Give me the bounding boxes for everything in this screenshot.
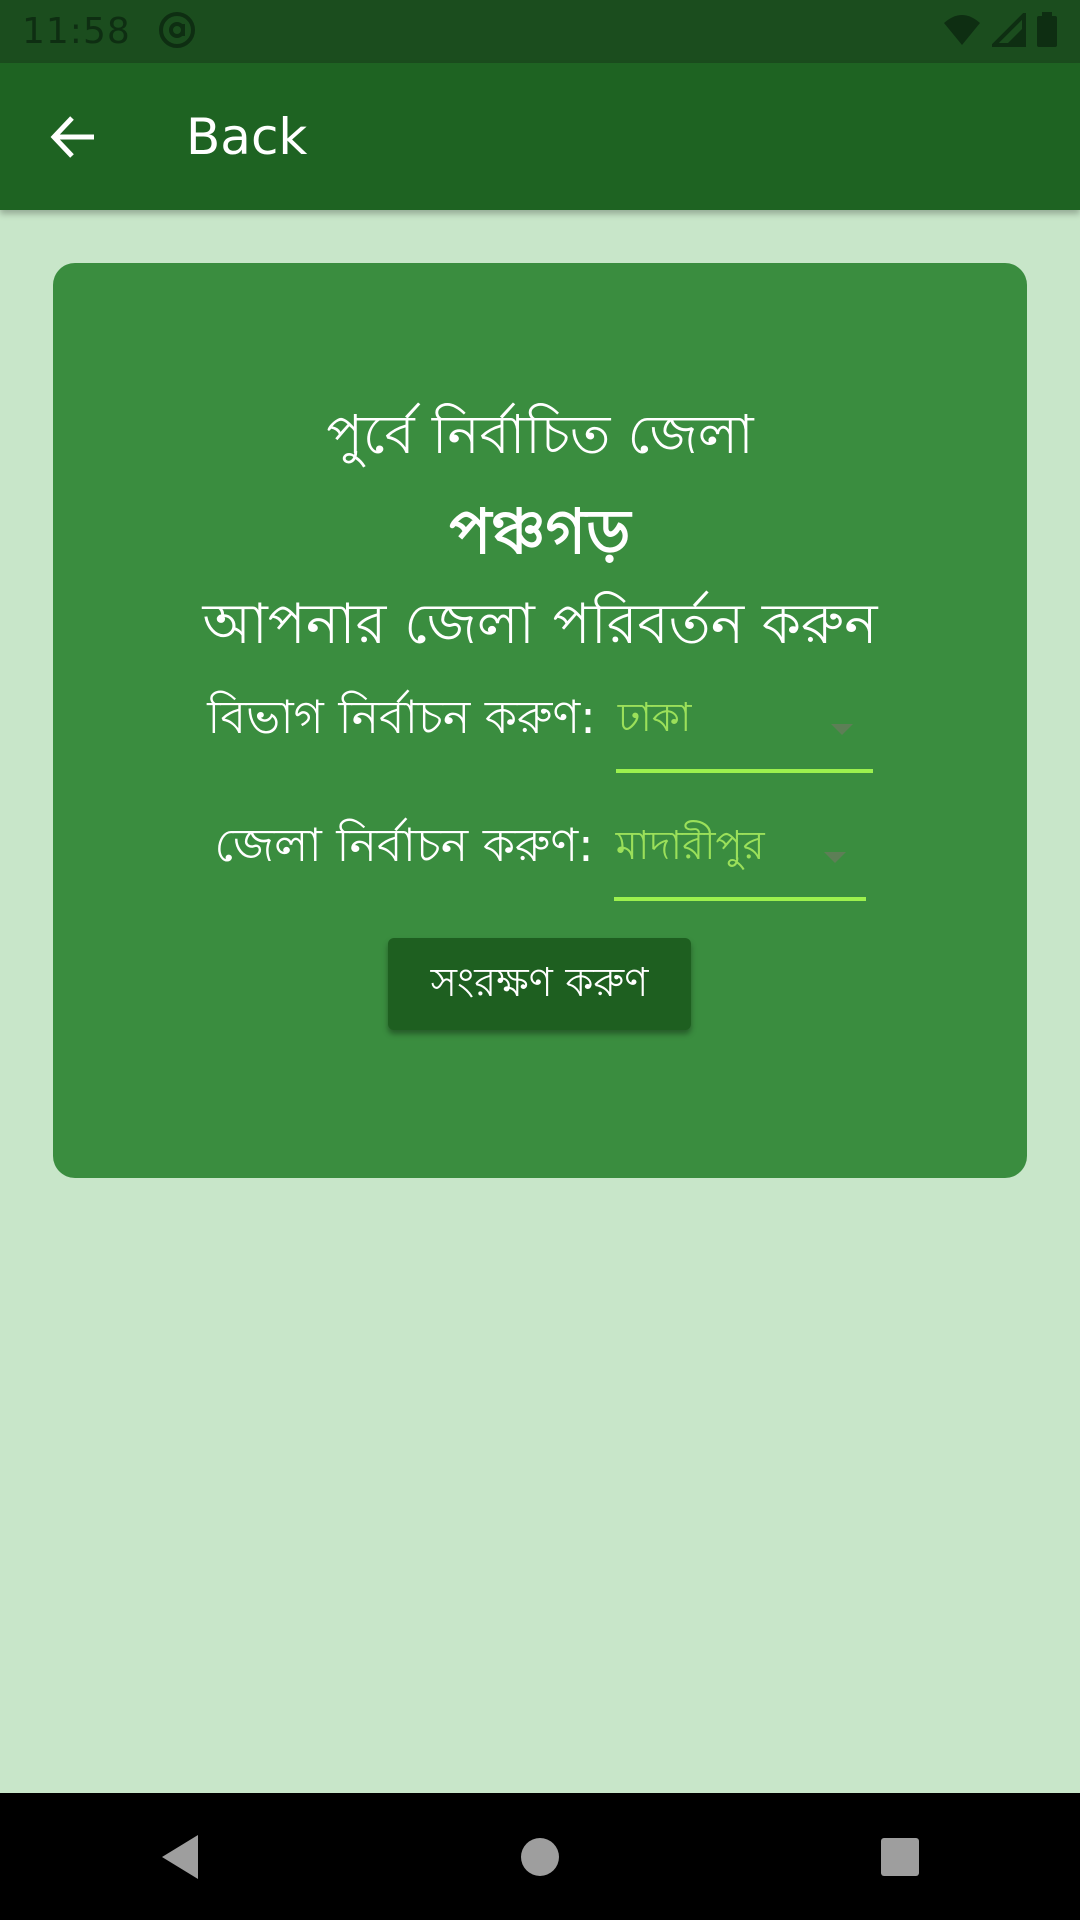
status-time: 11:58: [22, 11, 131, 52]
division-dropdown[interactable]: ঢাকা: [615, 695, 873, 773]
save-button[interactable]: সংরক্ষণ করুণ: [388, 938, 691, 1030]
at-sign-icon: [157, 10, 197, 54]
previous-district-value: পঞ্চগড়: [449, 495, 631, 568]
app-bar-title[interactable]: Back: [186, 108, 307, 166]
signal-icon: [989, 9, 1026, 51]
division-value: ঢাকা: [617, 695, 692, 741]
status-bar: 11:58: [0, 0, 1080, 63]
change-district-prompt: আপনার জেলা পরিবর্তন করুন: [202, 592, 878, 657]
district-select-row: জেলা নির্বাচন করুণ: মাদারীপুর: [53, 811, 1027, 901]
district-card: পুর্বে নির্বাচিত জেলা পঞ্চগড় আপনার জেলা…: [53, 263, 1027, 1178]
district-dropdown[interactable]: মাদারীপুর: [613, 823, 866, 901]
previous-district-label: পুর্বে নির্বাচিত জেলা: [326, 403, 754, 466]
recents-square-icon[interactable]: [840, 1812, 960, 1902]
chevron-down-icon: [830, 724, 853, 735]
arrow-left-icon[interactable]: [40, 104, 106, 170]
district-label: জেলা নির্বাচন করুণ:: [214, 818, 594, 872]
wifi-icon: [942, 13, 982, 51]
chevron-down-icon: [823, 852, 846, 863]
district-value: মাদারীপুর: [615, 823, 765, 869]
division-select-row: বিভাগ নির্বাচন করুণ: ঢাকা: [53, 683, 1027, 773]
battery-icon: [1036, 11, 1058, 52]
app-bar: Back: [0, 63, 1080, 210]
home-circle-icon[interactable]: [480, 1812, 600, 1902]
navigation-bar: [0, 1793, 1080, 1920]
back-triangle-icon[interactable]: [120, 1812, 240, 1902]
division-label: বিভাগ নির্বাচন করুণ:: [207, 690, 596, 744]
